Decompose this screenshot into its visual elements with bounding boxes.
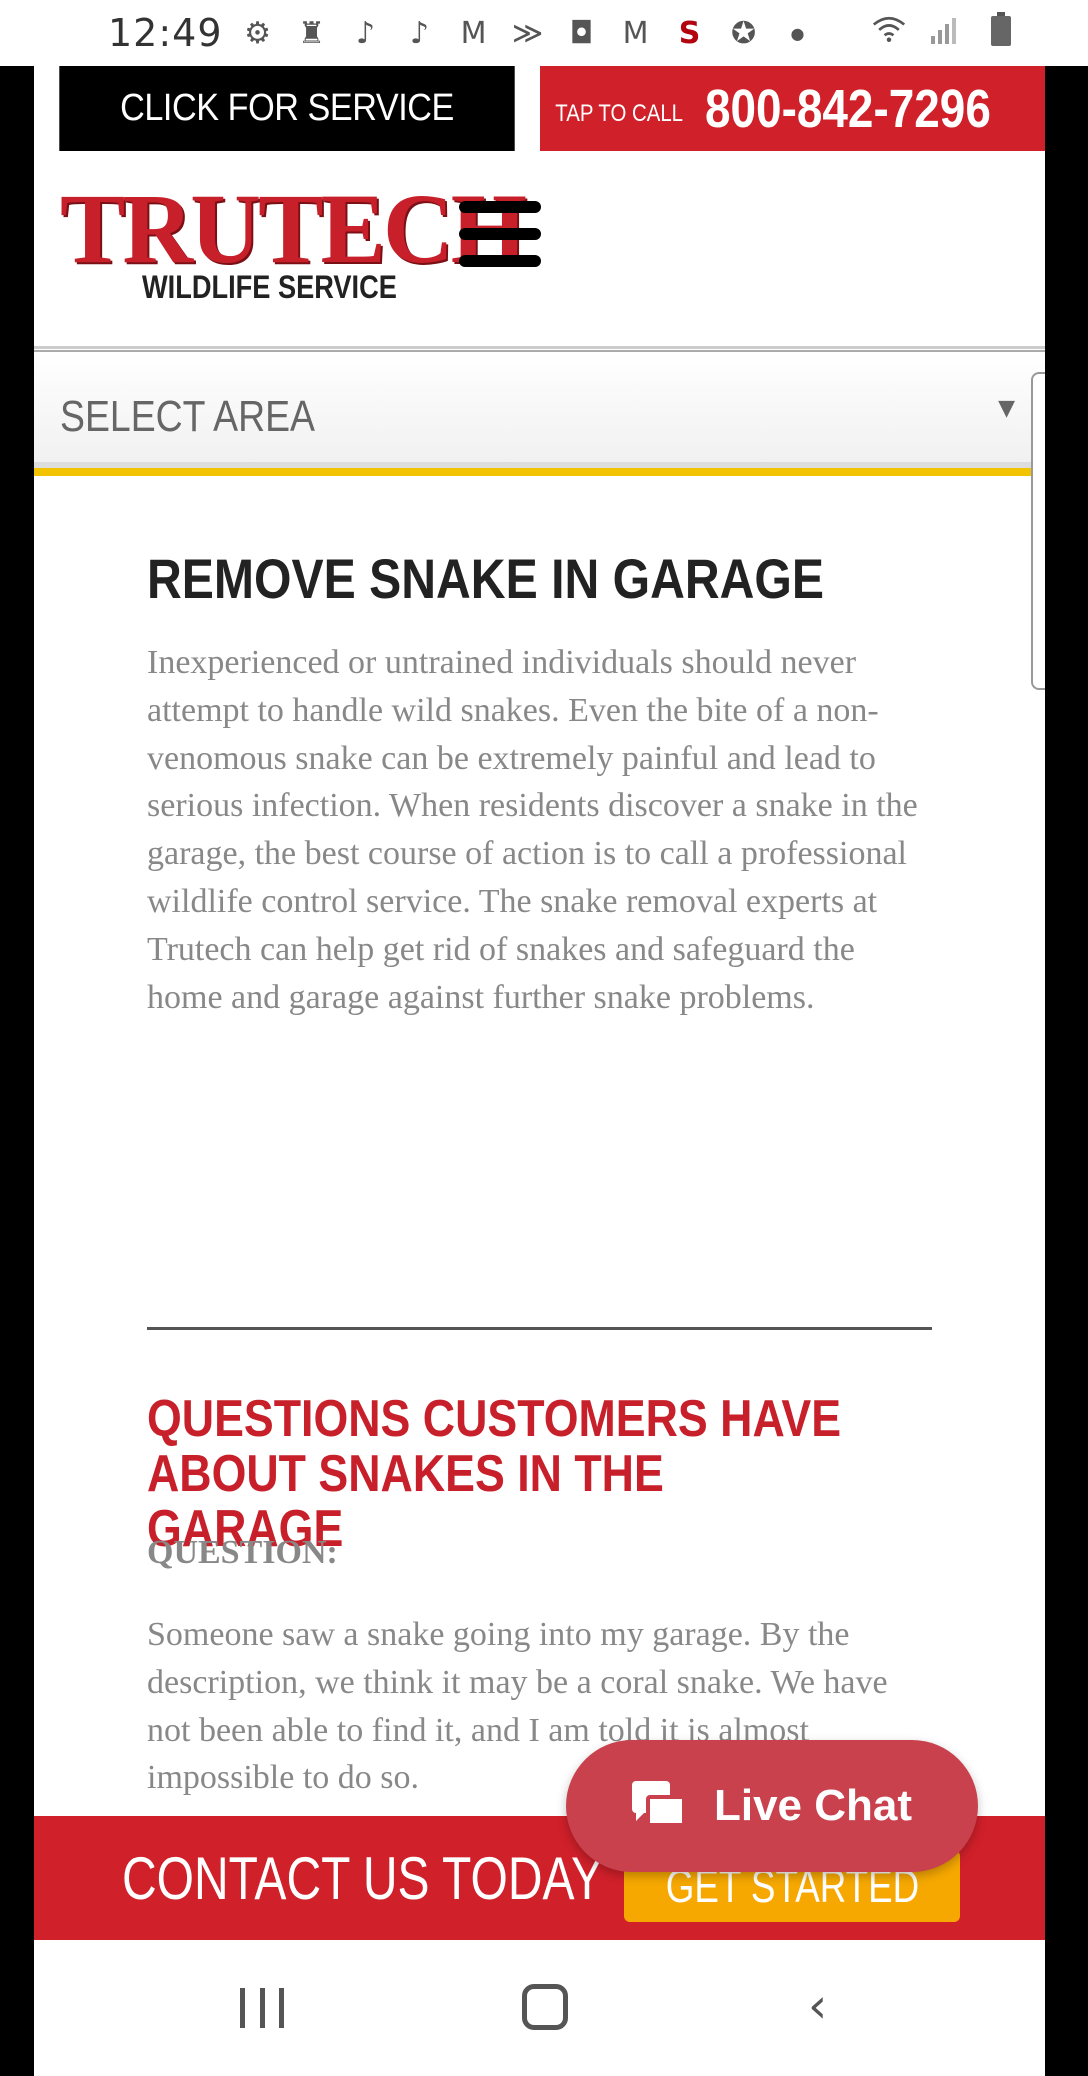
scrollbar[interactable] [1031,372,1045,690]
tap-to-call-button[interactable]: TAP TO CALL 800-842-7296 [540,66,1045,151]
dot-icon: ● [790,23,805,43]
chat-bubbles-icon [631,1781,688,1831]
page-title: REMOVE SNAKE IN GARAGE [147,547,824,610]
gmail-icon: M [460,15,487,51]
system-icons [872,12,1018,46]
wifi-icon [872,12,906,46]
stanford-icon: S [678,15,701,51]
chevron-down-icon: ▼ [998,396,1015,421]
back-icon[interactable]: ‹ [808,1982,844,2030]
signal-icon [928,12,962,46]
gmail-icon: M [622,15,649,51]
logo-subtitle: WILDLIFE SERVICE [142,269,397,305]
battery-icon [984,12,1018,46]
top-bar: CLICK FOR SERVICE TAP TO CALL 800-842-72… [34,66,1045,151]
hamburger-menu-icon[interactable] [459,201,541,281]
trutech-logo[interactable]: TRUTECH WILDLIFE SERVICE [60,173,527,309]
chess-icon: ♜ [298,15,325,51]
logo-wordmark: TRUTECH [60,173,527,284]
select-area-value: SELECT AREA [60,392,315,441]
faq-heading: QUESTIONS CUSTOMERS HAVE ABOUT SNAKES IN… [147,1390,842,1558]
status-time: 12:49 [108,11,223,55]
live-chat-button[interactable]: Live Chat [566,1740,978,1872]
site-header: TRUTECH WILDLIFE SERVICE [34,151,1045,349]
screen-border-left [0,66,34,1940]
screen-border-right [1045,66,1088,1940]
contact-us-today-label: CONTACT US TODAY [122,1845,603,1912]
phone-number: 800-842-7296 [704,78,991,139]
recent-apps-icon[interactable] [240,1988,284,2028]
tiktok-icon: ♪ [355,15,376,51]
web-page: CLICK FOR SERVICE TAP TO CALL 800-842-72… [34,66,1045,1940]
star-icon: ✪ [730,15,757,51]
notification-icons: ⚙ ♜ ♪ ♪ M ≫ ◘ M S ✪ ● [241,15,815,51]
select-area-dropdown[interactable]: SELECT AREA ▼ [34,350,1045,476]
question-label: QUESTION: [147,1534,338,1571]
tiktok-icon: ♪ [409,15,430,51]
live-chat-label: Live Chat [713,1781,913,1830]
settings-icon: ⚙ [244,15,271,51]
section-divider [147,1327,932,1330]
article: REMOVE SNAKE IN GARAGE Inexperienced or … [147,546,947,1021]
android-nav-bar: ‹ [34,1940,1045,2076]
clock-app-icon: ◘ [569,15,594,51]
intro-paragraph: Inexperienced or untrained individuals s… [147,644,918,1016]
sprint-icon: ≫ [511,15,544,51]
home-icon[interactable] [522,1984,568,2030]
tap-to-call-label: TAP TO CALL [555,99,684,127]
status-bar: 12:49 ⚙ ♜ ♪ ♪ M ≫ ◘ M S ✪ ● [0,0,1088,66]
click-for-service-link[interactable]: CLICK FOR SERVICE [59,66,515,151]
